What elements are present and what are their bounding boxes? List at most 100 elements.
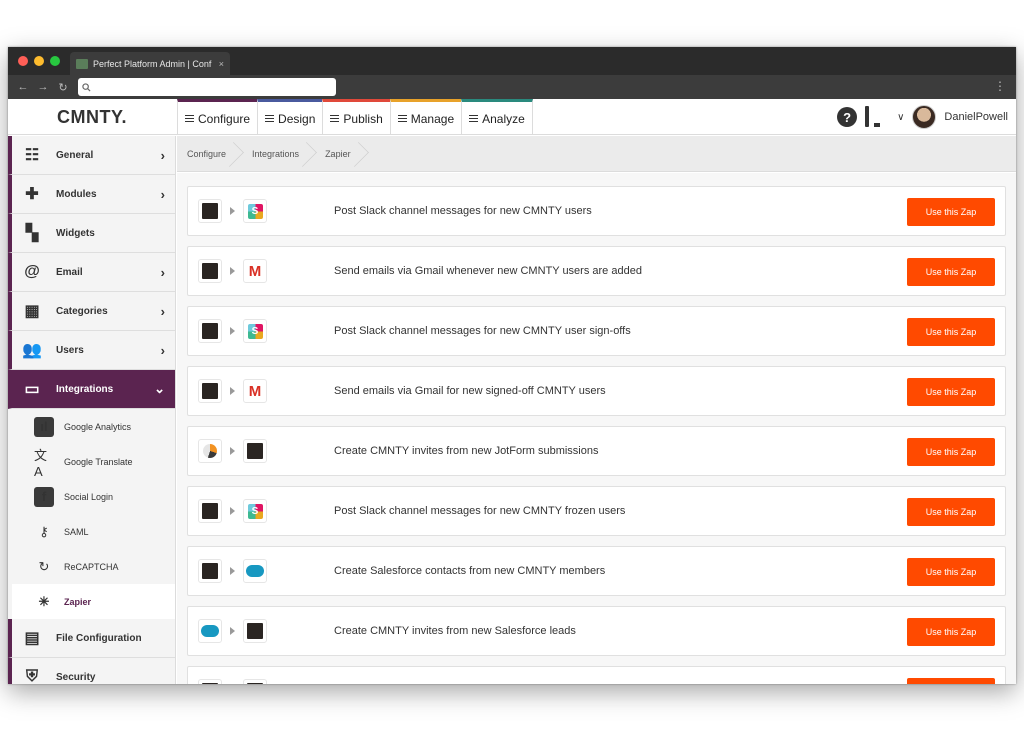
sidebar-item-label: General [56,149,94,161]
nav-configure[interactable]: Configure [177,99,258,135]
sidebar-item-label: ReCAPTCHA [64,561,119,572]
sidebar-item-file-configuration[interactable]: ▤ File Configuration [8,619,175,658]
sidebar-item-label: Widgets [56,227,95,239]
menu-icon [397,115,407,122]
zap-apps [198,619,318,643]
translate-icon: 文A [34,447,48,479]
username[interactable]: DanielPowell [944,111,1008,123]
sidebar-item-label: Integrations [56,383,114,395]
zap-title: Post Slack channel messages for new CMNT… [334,205,592,217]
cmnty-app-icon [198,259,222,283]
play-arrow-icon [230,447,235,455]
monitor-icon[interactable] [865,106,889,127]
cmnty-app-icon [198,559,222,583]
zap-row: Create CMNTY invites from new JotForm su… [187,426,1006,476]
breadcrumb-integrations[interactable]: Integrations [242,136,315,172]
use-this-zap-button[interactable]: Use this Zap [907,498,995,526]
search-icon [82,82,91,92]
sidebar-item-social-login[interactable]: f Social Login [8,479,175,514]
use-this-zap-button[interactable]: Use this Zap [907,318,995,346]
top-navigation: Configure Design Publish Manage Analyze [177,99,533,135]
address-bar: ← → ↻ ⋮ [8,75,1016,99]
shield-icon: ⛨ [25,668,38,684]
cmnty-app-icon [198,319,222,343]
sidebar-item-label: Google Analytics [64,421,132,432]
zap-row [187,666,1006,684]
use-this-zap-button[interactable] [907,678,995,684]
maximize-window-button[interactable] [50,56,60,66]
sidebar-item-zapier[interactable]: ✳ Zapier [8,584,175,619]
key-icon: ⚷ [39,523,49,539]
sidebar-item-widgets[interactable]: ▚ Widgets [8,214,175,253]
sidebar: ☷ General › ✚ Modules › ▚ Widgets @ Email › ▦ Catego… [8,136,176,684]
play-arrow-icon [230,327,235,335]
nav-analyze[interactable]: Analyze [461,99,533,135]
help-icon[interactable]: ? [837,107,858,127]
sidebar-item-google-translate[interactable]: 文A Google Translate [8,444,175,479]
breadcrumb-configure[interactable]: Configure [177,136,242,172]
zapier-icon: ✳ [38,593,50,609]
minimize-window-button[interactable] [34,56,44,66]
url-input[interactable] [78,78,336,96]
nav-design[interactable]: Design [257,99,323,135]
nav-label: Design [278,111,316,126]
use-this-zap-button[interactable]: Use this Zap [907,438,995,466]
cmnty-logo[interactable]: CMNTY. [8,99,176,135]
zap-apps [198,439,318,463]
tab-close-icon[interactable]: × [219,59,224,69]
gmail-app-icon: M [243,259,267,283]
zap-row: S Post Slack channel messages for new CMN… [187,486,1006,536]
reload-icon[interactable]: ↻ [56,81,70,94]
play-arrow-icon [230,387,235,395]
sliders-icon: ☷ [24,147,40,164]
use-this-zap-button[interactable]: Use this Zap [907,558,995,586]
use-this-zap-button[interactable]: Use this Zap [907,618,995,646]
cmnty-app-icon [198,679,222,684]
slack-app-icon: S [243,319,267,343]
chevron-down-icon[interactable]: ∨ [897,112,904,123]
grid-icon: ▦ [24,303,40,320]
sidebar-item-security[interactable]: ⛨ Security [8,658,175,684]
zap-title: Create CMNTY invites from new JotForm su… [334,445,599,457]
chevron-right-icon: › [160,186,165,202]
sidebar-item-email[interactable]: @ Email › [8,253,175,292]
sidebar-item-google-analytics[interactable]: ıl Google Analytics [8,409,175,444]
nav-manage[interactable]: Manage [389,99,462,135]
facebook-icon: f [34,486,54,507]
use-this-zap-button[interactable]: Use this Zap [907,258,995,286]
browser-menu-icon[interactable]: ⋮ [994,79,1006,93]
sidebar-item-general[interactable]: ☷ General › [8,136,175,175]
chevron-right-icon: › [160,303,165,319]
sidebar-item-saml[interactable]: ⚷ SAML [8,514,175,549]
zap-apps: S [198,499,318,523]
back-arrow-icon[interactable]: ← [16,81,30,94]
sidebar-item-integrations[interactable]: ▭ Integrations ⌄ [8,370,175,409]
tab-title: Perfect Platform Admin | Conf [93,58,212,69]
menu-icon [265,115,275,122]
recaptcha-icon: ↻ [38,558,50,574]
sidebar-item-label: Categories [56,305,108,317]
sidebar-item-users[interactable]: 👥 Users › [8,331,175,370]
use-this-zap-button[interactable]: Use this Zap [907,378,995,406]
nav-label: Publish [343,111,383,126]
sidebar-item-label: Google Translate [64,456,133,467]
sidebar-item-label: Users [56,344,84,356]
sidebar-item-recaptcha[interactable]: ↻ ReCAPTCHA [8,549,175,584]
cmnty-app-icon [198,499,222,523]
zap-title: Send emails via Gmail for new signed-off… [334,385,606,397]
avatar[interactable] [912,105,937,129]
close-window-button[interactable] [18,56,28,66]
play-arrow-icon [230,627,235,635]
browser-tab[interactable]: Perfect Platform Admin | Conf × [70,52,230,75]
sidebar-item-categories[interactable]: ▦ Categories › [8,292,175,331]
users-icon: 👥 [22,342,42,359]
play-arrow-icon [230,207,235,215]
zap-apps: M [198,259,318,283]
sidebar-item-label: Social Login [64,491,114,502]
sidebar-item-modules[interactable]: ✚ Modules › [8,175,175,214]
menu-icon [469,115,479,122]
use-this-zap-button[interactable]: Use this Zap [907,198,995,226]
breadcrumb-zapier[interactable]: Zapier [315,136,367,172]
nav-publish[interactable]: Publish [322,99,390,135]
forward-arrow-icon[interactable]: → [36,81,50,94]
